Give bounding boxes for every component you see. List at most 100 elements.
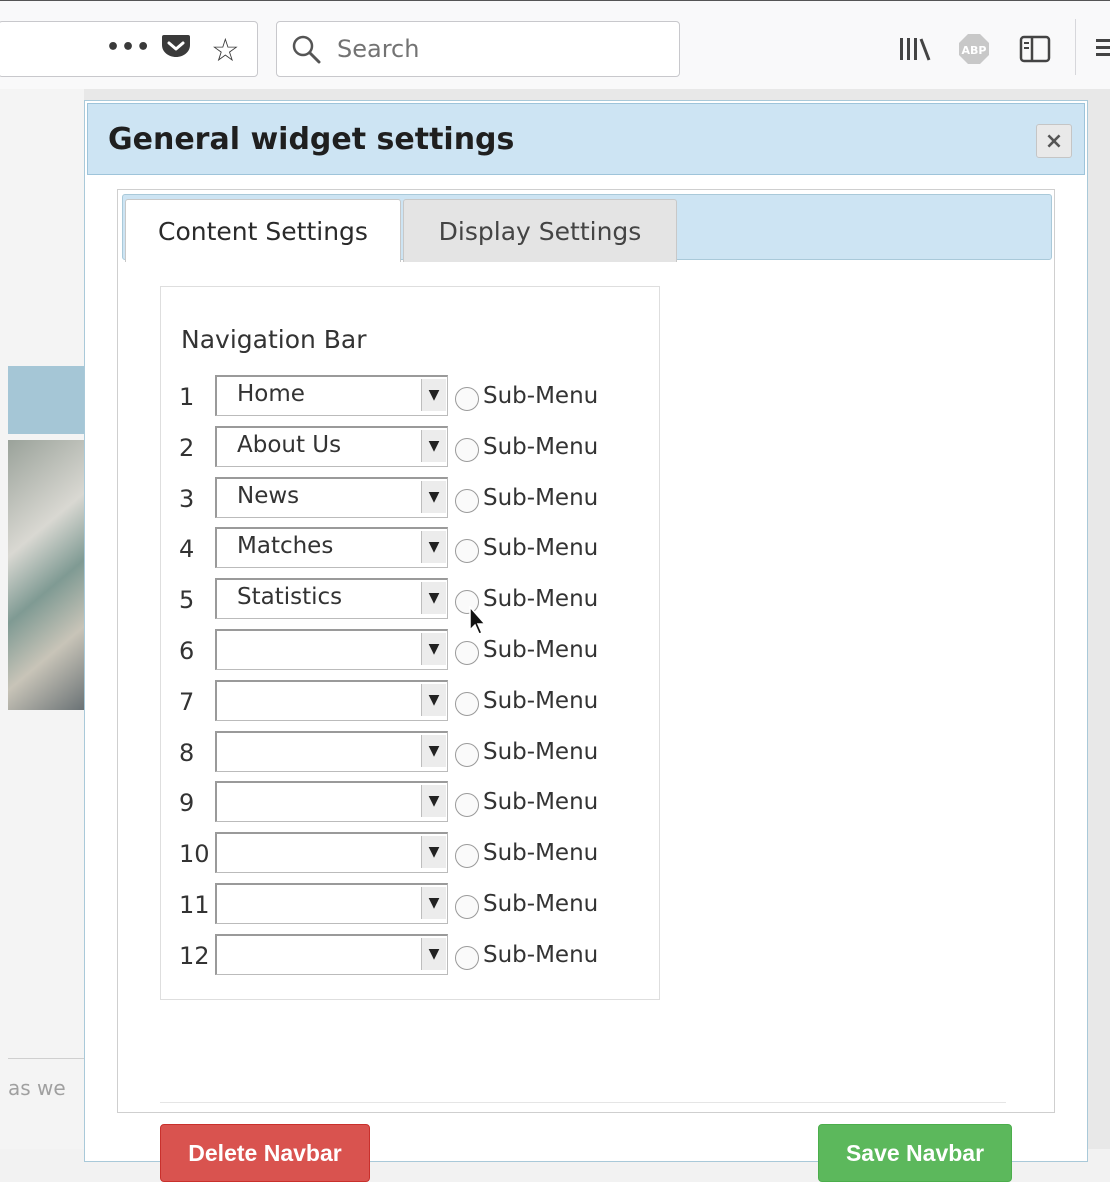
search-icon xyxy=(292,35,321,64)
bookmark-star-icon[interactable]: ☆ xyxy=(211,31,240,69)
close-icon[interactable]: × xyxy=(1036,124,1072,158)
nav-item-select-value: Statistics xyxy=(237,584,343,611)
dialog-header: General widget settings × xyxy=(87,103,1085,175)
sub-menu-radio[interactable] xyxy=(455,641,479,665)
navigation-bar-title: Navigation Bar xyxy=(181,325,367,354)
nav-item-select-value: News xyxy=(237,482,300,509)
chevron-down-icon[interactable]: ▼ xyxy=(421,429,446,462)
nav-row: 2 About Us ▼ Sub-Menu xyxy=(161,425,659,467)
background-highlight-bar xyxy=(8,366,84,434)
pocket-icon[interactable] xyxy=(161,33,191,59)
nav-row: 8 ▼ Sub-Menu xyxy=(161,730,659,772)
dialog-title: General widget settings xyxy=(108,122,515,157)
nav-item-select[interactable]: ▼ xyxy=(215,781,448,823)
nav-item-select[interactable]: ▼ xyxy=(215,832,448,874)
sub-menu-radio[interactable] xyxy=(455,945,479,970)
sub-menu-label: Sub-Menu xyxy=(483,891,599,917)
sub-menu-radio[interactable] xyxy=(455,437,479,462)
nav-item-select[interactable]: ▼ xyxy=(215,629,448,670)
nav-row-number: 5 xyxy=(179,586,195,615)
nav-item-select[interactable]: About Us ▼ xyxy=(215,425,448,467)
nav-row-number: 8 xyxy=(179,738,195,767)
chevron-down-icon[interactable]: ▼ xyxy=(421,480,446,513)
nav-row: 3 News ▼ Sub-Menu xyxy=(161,476,659,518)
chevron-down-icon[interactable]: ▼ xyxy=(421,887,446,919)
sub-menu-radio[interactable] xyxy=(455,387,479,411)
chevron-down-icon[interactable]: ▼ xyxy=(421,836,446,869)
sub-menu-label: Sub-Menu xyxy=(483,586,599,613)
chevron-down-icon[interactable]: ▼ xyxy=(421,531,446,564)
nav-row-number: 3 xyxy=(179,484,195,513)
nav-row-number: 2 xyxy=(179,433,195,462)
nav-row-number: 11 xyxy=(179,891,210,919)
nav-row: 12 ▼ Sub-Menu xyxy=(161,933,659,975)
library-icon[interactable] xyxy=(898,36,932,62)
nav-row-number: 9 xyxy=(179,789,195,818)
nav-row-number: 10 xyxy=(179,840,210,869)
nav-row: 5 Statistics ▼ Sub-Menu xyxy=(161,578,659,620)
sub-menu-radio[interactable] xyxy=(455,488,479,513)
chevron-down-icon[interactable]: ▼ xyxy=(421,785,446,818)
chevron-down-icon[interactable]: ▼ xyxy=(421,937,446,970)
widget-settings-dialog: General widget settings × Content Settin… xyxy=(84,100,1088,1182)
nav-item-select[interactable]: Home ▼ xyxy=(215,375,448,416)
toolbar-separator xyxy=(1075,19,1076,75)
svg-text:ABP: ABP xyxy=(962,44,987,57)
sub-menu-label: Sub-Menu xyxy=(483,687,599,714)
nav-item-select[interactable]: News ▼ xyxy=(215,476,448,518)
sub-menu-radio[interactable] xyxy=(455,742,479,767)
tab-display-settings[interactable]: Display Settings xyxy=(403,199,677,262)
sub-menu-radio[interactable] xyxy=(455,539,479,564)
chevron-down-icon[interactable]: ▼ xyxy=(421,683,446,716)
delete-navbar-button[interactable]: Delete Navbar xyxy=(160,1124,370,1182)
sidebar-toggle-icon[interactable] xyxy=(1019,35,1051,63)
mouse-cursor-icon xyxy=(469,606,486,635)
adblock-plus-icon[interactable]: ABP xyxy=(958,33,990,65)
nav-item-select[interactable]: Matches ▼ xyxy=(215,527,448,569)
nav-row: 1 Home ▼ Sub-Menu xyxy=(161,375,659,416)
navigation-bar-box: Navigation Bar 1 Home ▼ Sub-Menu 2 About Us ▼ S… xyxy=(160,286,660,1000)
sub-menu-label: Sub-Menu xyxy=(483,484,599,511)
sub-menu-radio[interactable] xyxy=(455,895,479,919)
sub-menu-label: Sub-Menu xyxy=(483,383,599,409)
chevron-down-icon[interactable]: ▼ xyxy=(421,633,446,665)
nav-item-select[interactable]: ▼ xyxy=(215,679,448,721)
nav-item-select[interactable]: Statistics ▼ xyxy=(215,578,448,620)
nav-item-select[interactable]: ▼ xyxy=(215,883,448,924)
page-actions-menu-icon[interactable]: ••• xyxy=(106,35,151,60)
background-photo xyxy=(8,440,84,710)
hamburger-menu-icon[interactable] xyxy=(1094,35,1110,61)
chevron-down-icon[interactable]: ▼ xyxy=(421,734,446,767)
settings-panel: Content Settings Display Settings Naviga… xyxy=(117,189,1055,1182)
nav-row-number: 7 xyxy=(179,687,195,716)
nav-row: 9 ▼ Sub-Menu xyxy=(161,781,659,823)
sub-menu-radio[interactable] xyxy=(455,793,479,818)
save-navbar-button[interactable]: Save Navbar xyxy=(818,1124,1012,1182)
chevron-down-icon[interactable]: ▼ xyxy=(421,379,446,411)
browser-toolbar: ••• ☆ Search ABP xyxy=(0,0,1110,90)
sub-menu-label: Sub-Menu xyxy=(483,941,599,968)
sub-menu-label: Sub-Menu xyxy=(483,637,599,663)
search-box[interactable]: Search xyxy=(276,21,680,77)
chevron-down-icon[interactable]: ▼ xyxy=(421,582,446,615)
tab-content-settings[interactable]: Content Settings xyxy=(125,199,401,262)
nav-row: 7 ▼ Sub-Menu xyxy=(161,679,659,721)
sub-menu-label: Sub-Menu xyxy=(483,789,599,816)
sub-menu-radio[interactable] xyxy=(455,844,479,869)
nav-row-number: 12 xyxy=(179,941,210,970)
nav-row-number: 6 xyxy=(179,637,195,665)
nav-item-select-value: Home xyxy=(237,381,305,407)
search-placeholder: Search xyxy=(337,35,420,63)
nav-row-number: 4 xyxy=(179,535,195,564)
nav-item-select-value: About Us xyxy=(237,431,342,458)
nav-row: 10 ▼ Sub-Menu xyxy=(161,832,659,874)
sub-menu-label: Sub-Menu xyxy=(483,840,599,867)
nav-item-select[interactable]: ▼ xyxy=(215,730,448,772)
nav-row-number: 1 xyxy=(179,383,195,411)
nav-row: 6 ▼ Sub-Menu xyxy=(161,629,659,670)
footer-divider xyxy=(160,1102,1006,1103)
nav-item-select[interactable]: ▼ xyxy=(215,933,448,975)
sub-menu-label: Sub-Menu xyxy=(483,433,599,460)
sub-menu-label: Sub-Menu xyxy=(483,738,599,765)
sub-menu-radio[interactable] xyxy=(455,691,479,716)
